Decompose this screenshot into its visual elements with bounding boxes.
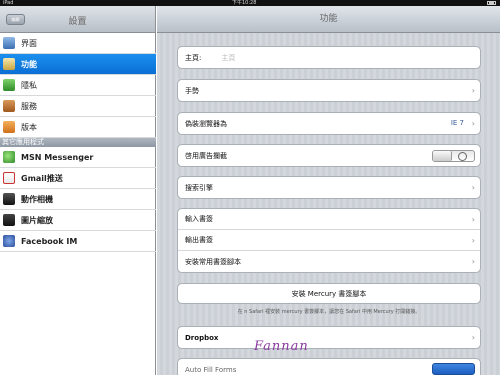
interface-icon [3, 37, 15, 49]
camera-icon [3, 193, 15, 205]
search-engine-label: 搜索引擎 [185, 183, 213, 192]
search-engine-group: 搜索引擎 › [177, 176, 481, 199]
dropbox-label: Dropbox [185, 333, 219, 342]
toggle-off-icon [458, 152, 467, 161]
sidebar-item-label: 動作相機 [21, 194, 53, 204]
chevron-right-icon: › [471, 236, 475, 245]
sidebar-item-label: MSN Messenger [21, 152, 94, 162]
mercury-hint: 在 n Safari 裡安裝 mercury 書簽腳本，讓您在 Safari 中… [237, 309, 421, 315]
import-bookmarks-label: 輸入書簽 [185, 215, 213, 223]
signature-watermark: Fannan [254, 339, 309, 354]
import-bookmarks-row[interactable]: 輸入書簽 › [178, 209, 480, 230]
chevron-right-icon: › [471, 333, 475, 342]
chevron-right-icon: › [471, 257, 475, 266]
photo-icon [3, 214, 15, 226]
sidebar-item-facebook[interactable]: Facebook IM [0, 231, 156, 252]
gesture-group: 手勢 › [177, 79, 481, 102]
chevron-right-icon: › [471, 119, 475, 128]
gmail-icon [3, 172, 15, 184]
sidebar-item-label: 圖片縮放 [21, 215, 53, 225]
ad-block-group: 啓用廣告攔截 [177, 144, 481, 167]
toggle-knob [433, 151, 452, 161]
install-bookmarklets-label: 安裝常用書簽腳本 [185, 257, 241, 266]
chevron-right-icon: › [471, 215, 475, 224]
sidebar-item-services[interactable]: 服務 [0, 96, 156, 117]
user-agent-label: 偽裝瀏覽器為 [185, 119, 227, 128]
battery-indicator [487, 0, 496, 5]
homepage-field[interactable]: 主頁 [221, 53, 235, 63]
section-header-other-apps: 其它應用程式 [0, 138, 156, 147]
sidebar-item-camera[interactable]: 動作相機 [0, 189, 156, 210]
msn-icon [3, 151, 15, 163]
sidebar-header: 編輯 設置 [0, 6, 155, 33]
autofill-group: Auto Fill Forms [177, 358, 481, 375]
sidebar-item-label: Facebook IM [21, 236, 78, 246]
ad-block-row: 啓用廣告攔截 [178, 145, 480, 166]
sidebar-item-label: 界面 [21, 38, 37, 48]
dropbox-group: Dropbox › [177, 326, 481, 349]
sidebar-item-interface[interactable]: 界面 [0, 33, 156, 54]
export-bookmarks-row[interactable]: 輸出書簽 › [178, 230, 480, 251]
autofill-row: Auto Fill Forms [178, 359, 480, 375]
dropbox-row[interactable]: Dropbox › [178, 327, 480, 348]
chevron-right-icon: › [471, 86, 475, 95]
sidebar-item-gmail[interactable]: Gmail推送 [0, 168, 156, 189]
homepage-group: 主頁: 主頁 [177, 46, 481, 69]
sidebar-item-msn[interactable]: MSN Messenger [0, 147, 156, 168]
homepage-label: 主頁: [185, 53, 202, 62]
install-bookmarklets-row[interactable]: 安裝常用書簽腳本 › [178, 251, 480, 272]
page-title: 功能 [157, 6, 500, 33]
features-panel: 功能 主頁: 主頁 手勢 › 偽裝瀏覽器為 IE 7 › 啓用廣告攔截 搜索引擎… [157, 6, 500, 375]
autofill-label: Auto Fill Forms [185, 365, 237, 374]
gesture-row[interactable]: 手勢 › [178, 80, 480, 101]
version-icon [3, 121, 15, 133]
facebook-icon [3, 235, 15, 247]
user-agent-row[interactable]: 偽裝瀏覽器為 IE 7 › [178, 113, 480, 134]
sidebar-item-version[interactable]: 版本 [0, 117, 156, 138]
sidebar-item-photo-zoom[interactable]: 圖片縮放 [0, 210, 156, 231]
sidebar-item-label: 功能 [21, 59, 37, 69]
export-bookmarks-label: 輸出書簽 [185, 236, 213, 244]
sidebar-title: 設置 [68, 17, 87, 27]
search-engine-row[interactable]: 搜索引擎 › [178, 177, 480, 198]
ad-block-toggle[interactable] [432, 150, 475, 162]
sidebar-item-label: 隱私 [21, 80, 37, 90]
ad-block-label: 啓用廣告攔截 [185, 151, 227, 160]
install-mercury-bookmarklet-button[interactable]: 安裝 Mercury 書簽腳本 [177, 283, 481, 304]
sidebar-item-label: 版本 [21, 122, 37, 132]
sidebar-item-label: 服務 [21, 101, 37, 111]
battery-icon [487, 1, 496, 5]
settings-sidebar: 編輯 設置 界面 功能 隱私 服務 版本 其它應用程式 MSN Messenge… [0, 6, 156, 375]
homepage-row[interactable]: 主頁: 主頁 [178, 47, 480, 68]
sidebar-item-features[interactable]: 功能 [0, 54, 156, 75]
privacy-icon [3, 79, 15, 91]
sidebar-item-privacy[interactable]: 隱私 [0, 75, 156, 96]
gesture-label: 手勢 [185, 86, 199, 95]
wand-icon [3, 58, 15, 70]
chevron-right-icon: › [471, 183, 475, 192]
bookmarks-group: 輸入書簽 › 輸出書簽 › 安裝常用書簽腳本 › [177, 208, 481, 273]
services-icon [3, 100, 15, 112]
autofill-toggle[interactable] [432, 363, 475, 375]
sidebar-item-label: Gmail推送 [21, 173, 63, 183]
user-agent-group: 偽裝瀏覽器為 IE 7 › [177, 112, 481, 135]
user-agent-value: IE 7 [450, 119, 464, 127]
